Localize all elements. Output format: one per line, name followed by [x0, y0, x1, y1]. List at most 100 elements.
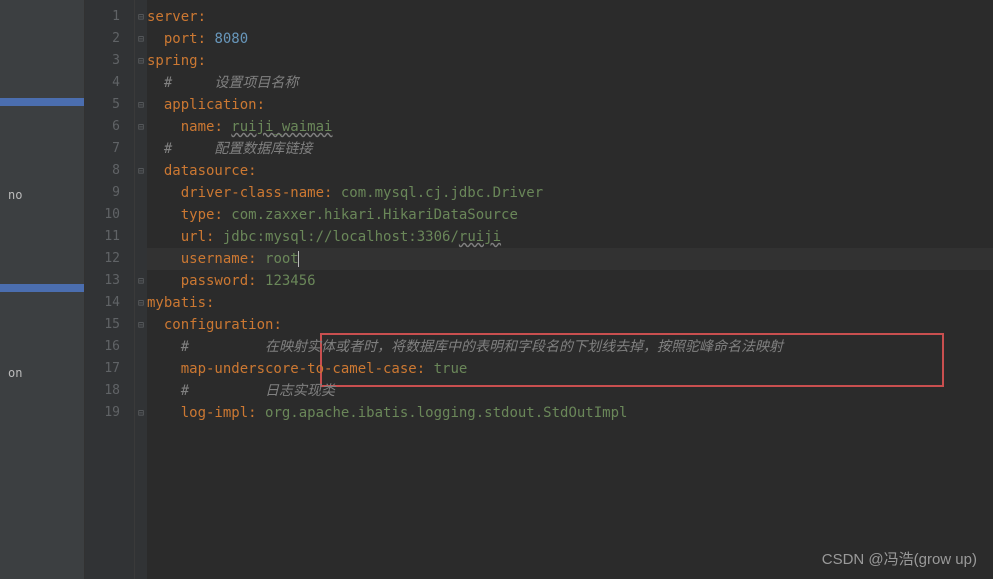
line-number-gutter[interactable]: 12345678910111213141516171819	[85, 0, 135, 579]
yaml-punct: :	[324, 185, 341, 201]
yaml-key: type	[181, 207, 215, 223]
fold-toggle-icon[interactable]: ⊟	[135, 160, 147, 182]
line-number[interactable]: 12	[85, 248, 134, 270]
fold-toggle-icon	[135, 182, 147, 204]
yaml-key: log-impl	[181, 405, 248, 421]
yaml-key: url	[181, 229, 206, 245]
fold-toggle-icon[interactable]: ⊟	[135, 94, 147, 116]
yaml-key: datasource	[164, 163, 248, 179]
yaml-punct: :	[248, 251, 265, 267]
line-number[interactable]: 3	[85, 50, 134, 72]
yaml-punct: :	[214, 119, 231, 135]
text-cursor	[298, 251, 299, 267]
yaml-punct: :	[273, 317, 281, 333]
text	[147, 185, 181, 201]
line-number[interactable]: 10	[85, 204, 134, 226]
code-line[interactable]: port: 8080	[147, 28, 993, 50]
sidebar-item-no[interactable]: no	[0, 184, 84, 206]
code-line[interactable]: # 在映射实体或者时，将数据库中的表明和字段名的下划线去掉，按照驼峰命名法映射	[147, 336, 993, 358]
yaml-punct: :	[417, 361, 434, 377]
yaml-punct: :	[198, 53, 206, 69]
text	[147, 361, 181, 377]
line-number[interactable]: 5	[85, 94, 134, 116]
code-line[interactable]: name: ruiji_waimai	[147, 116, 993, 138]
yaml-value: org.apache.ibatis.logging.stdout.StdOutI…	[265, 405, 627, 421]
code-line[interactable]: # 设置项目名称	[147, 72, 993, 94]
text	[147, 273, 181, 289]
line-number[interactable]: 11	[85, 226, 134, 248]
fold-toggle-icon[interactable]: ⊟	[135, 6, 147, 28]
yaml-value: com.mysql.cj.jdbc.Driver	[341, 185, 543, 201]
yaml-value: true	[434, 361, 468, 377]
fold-toggle-icon[interactable]: ⊟	[135, 314, 147, 336]
yaml-punct: :	[257, 97, 265, 113]
yaml-punct: :	[248, 163, 256, 179]
code-line[interactable]: # 配置数据库链接	[147, 138, 993, 160]
text	[147, 75, 164, 91]
code-line[interactable]: type: com.zaxxer.hikari.HikariDataSource	[147, 204, 993, 226]
code-line[interactable]: driver-class-name: com.mysql.cj.jdbc.Dri…	[147, 182, 993, 204]
yaml-key: map-underscore-to-camel-case	[181, 361, 417, 377]
text	[147, 163, 164, 179]
fold-toggle-icon[interactable]: ⊟	[135, 50, 147, 72]
line-number[interactable]: 6	[85, 116, 134, 138]
yaml-punct: :	[206, 295, 214, 311]
line-number[interactable]: 15	[85, 314, 134, 336]
yaml-value: jdbc:mysql://localhost:3306/	[223, 229, 459, 245]
code-editor[interactable]: server: port: 8080spring: # 设置项目名称 appli…	[147, 0, 993, 579]
fold-toggle-icon	[135, 336, 147, 358]
yaml-key: username	[181, 251, 248, 267]
sidebar-item-selected[interactable]	[0, 284, 84, 292]
fold-toggle-icon[interactable]: ⊟	[135, 270, 147, 292]
yaml-punct: :	[198, 31, 215, 47]
code-line[interactable]: configuration:	[147, 314, 993, 336]
fold-toggle-icon[interactable]: ⊟	[135, 402, 147, 424]
line-number[interactable]: 8	[85, 160, 134, 182]
text	[147, 119, 181, 135]
yaml-number: 8080	[214, 31, 248, 47]
line-number[interactable]: 4	[85, 72, 134, 94]
fold-gutter[interactable]: ⊟⊟⊟⊟⊟⊟⊟⊟⊟⊟	[135, 0, 147, 579]
project-sidebar[interactable]: no on	[0, 0, 85, 579]
fold-toggle-icon	[135, 72, 147, 94]
code-line[interactable]: mybatis:	[147, 292, 993, 314]
yaml-punct: :	[198, 9, 206, 25]
yaml-comment: # 设置项目名称	[164, 75, 299, 91]
line-number[interactable]: 18	[85, 380, 134, 402]
code-line[interactable]: application:	[147, 94, 993, 116]
sidebar-item-on[interactable]: on	[0, 362, 84, 384]
code-line[interactable]: datasource:	[147, 160, 993, 182]
code-line[interactable]: log-impl: org.apache.ibatis.logging.stdo…	[147, 402, 993, 424]
line-number[interactable]: 1	[85, 6, 134, 28]
fold-toggle-icon[interactable]: ⊟	[135, 28, 147, 50]
code-line[interactable]: username: root	[147, 248, 993, 270]
code-line[interactable]: password: 123456	[147, 270, 993, 292]
yaml-punct: :	[248, 405, 265, 421]
line-number[interactable]: 14	[85, 292, 134, 314]
code-line[interactable]: spring:	[147, 50, 993, 72]
sidebar-item-1[interactable]	[0, 98, 84, 106]
line-number[interactable]: 7	[85, 138, 134, 160]
yaml-key: application	[164, 97, 257, 113]
text	[147, 207, 181, 223]
code-line[interactable]: # 日志实现类	[147, 380, 993, 402]
code-line[interactable]: url: jdbc:mysql://localhost:3306/ruiji	[147, 226, 993, 248]
yaml-punct: :	[248, 273, 265, 289]
line-number[interactable]: 17	[85, 358, 134, 380]
code-line[interactable]: map-underscore-to-camel-case: true	[147, 358, 993, 380]
fold-toggle-icon[interactable]: ⊟	[135, 292, 147, 314]
text	[147, 141, 164, 157]
line-number[interactable]: 19	[85, 402, 134, 424]
yaml-value-typo: ruiji	[459, 229, 501, 245]
line-number[interactable]: 13	[85, 270, 134, 292]
line-number[interactable]: 16	[85, 336, 134, 358]
fold-toggle-icon[interactable]: ⊟	[135, 116, 147, 138]
code-line[interactable]: server:	[147, 6, 993, 28]
text	[147, 251, 181, 267]
yaml-comment: # 在映射实体或者时，将数据库中的表明和字段名的下划线去掉，按照驼峰命名法映射	[181, 339, 783, 355]
line-number[interactable]: 9	[85, 182, 134, 204]
fold-toggle-icon	[135, 380, 147, 402]
watermark-text: CSDN @冯浩(grow up)	[822, 548, 977, 569]
yaml-key: port	[164, 31, 198, 47]
line-number[interactable]: 2	[85, 28, 134, 50]
